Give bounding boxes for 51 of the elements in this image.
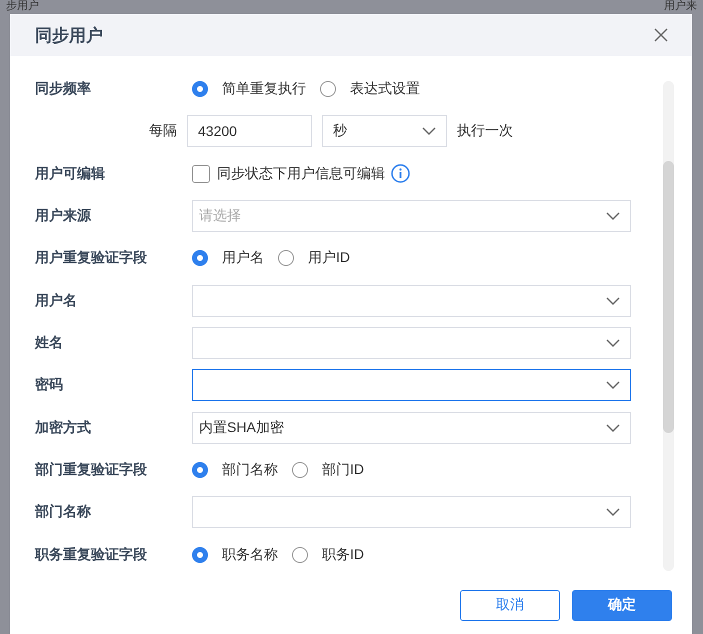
radio-button[interactable] (192, 462, 208, 478)
radio-label[interactable]: 简单重复执行 (222, 80, 306, 98)
cancel-button[interactable]: 取消 (460, 590, 560, 620)
select-field[interactable]: 内置SHA加密 (192, 412, 631, 444)
field-label: 加密方式 (35, 418, 92, 437)
radio-button[interactable] (292, 546, 308, 563)
info-icon[interactable] (391, 164, 410, 184)
interval-input[interactable]: 43200 (187, 115, 312, 148)
interval-prefix: 每隔 (149, 122, 177, 140)
radio-button[interactable] (192, 250, 208, 266)
dialog-title: 同步用户 (35, 24, 103, 46)
radio-button[interactable] (320, 81, 336, 98)
radio-button[interactable] (278, 250, 294, 266)
chevron-down-icon (606, 212, 620, 220)
chevron-down-icon (606, 424, 620, 432)
scrollbar[interactable] (663, 81, 674, 571)
field-label: 密码 (35, 376, 64, 394)
chevron-down-icon (606, 381, 620, 390)
radio-button[interactable] (192, 81, 208, 98)
radio-label[interactable]: 职务ID (322, 546, 364, 564)
field-label: 同步频率 (35, 80, 92, 98)
chevron-down-icon (606, 508, 620, 516)
radio-label[interactable]: 用户名 (222, 249, 264, 268)
radio-button[interactable] (192, 546, 208, 563)
field-label: 用户名 (35, 292, 78, 310)
unit-select[interactable]: 秒 (322, 115, 447, 148)
radio-label[interactable]: 用户ID (308, 249, 350, 268)
chevron-down-icon (422, 127, 436, 136)
field-label: 职务重复验证字段 (35, 546, 148, 564)
field-label: 用户可编辑 (35, 164, 106, 183)
radio-button[interactable] (292, 462, 308, 478)
radio-label[interactable]: 部门名称 (222, 461, 278, 480)
chevron-down-icon (606, 339, 620, 348)
field-label: 用户重复验证字段 (35, 249, 148, 268)
confirm-button[interactable]: 确定 (572, 590, 672, 620)
field-label: 部门名称 (35, 503, 92, 522)
field-label: 部门重复验证字段 (35, 461, 148, 480)
background-text: 用户来 (664, 0, 697, 14)
checkbox-label[interactable]: 同步状态下用户信息可编辑 (217, 164, 385, 183)
scrollbar-thumb[interactable] (663, 161, 674, 433)
background-text: 步用户 (6, 0, 39, 14)
select-field[interactable] (192, 369, 631, 402)
field-label: 姓名 (35, 334, 64, 352)
field-label: 用户来源 (35, 207, 92, 226)
radio-label[interactable]: 职务名称 (222, 546, 278, 564)
radio-label[interactable]: 表达式设置 (350, 80, 420, 98)
close-icon[interactable] (654, 28, 668, 42)
radio-label[interactable]: 部门ID (322, 461, 364, 480)
checkbox[interactable] (192, 164, 210, 183)
interval-suffix: 执行一次 (457, 122, 513, 140)
chevron-down-icon (606, 296, 620, 305)
